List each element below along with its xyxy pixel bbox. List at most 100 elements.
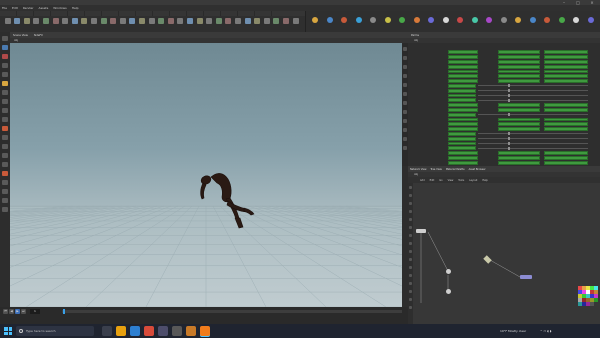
parameter-field[interactable] (544, 50, 588, 55)
shelf-tool-icon[interactable] (32, 18, 41, 30)
parameter-field[interactable] (448, 112, 476, 117)
shelf-tool-icon[interactable] (89, 18, 98, 30)
parameter-slider[interactable] (478, 89, 588, 93)
net-menu-layout[interactable]: Layout (469, 179, 477, 182)
render-tool-icon[interactable] (410, 17, 424, 31)
parameter-tool-icon[interactable] (403, 146, 407, 150)
network-tool-icon[interactable] (408, 290, 413, 294)
frame-field[interactable]: 1 (30, 309, 40, 314)
shelf-tool-icon[interactable] (128, 18, 137, 30)
parameter-tool-icon[interactable] (403, 74, 407, 78)
shelf-tool-icon[interactable] (243, 18, 252, 30)
viewport-tool-icon[interactable] (2, 180, 8, 185)
network-tool-icon[interactable] (408, 202, 413, 206)
parameter-tool-icon[interactable] (403, 56, 407, 60)
parameter-field[interactable] (448, 83, 476, 88)
render-tool-icon[interactable] (308, 17, 322, 31)
parameter-field[interactable] (448, 117, 478, 122)
shelf-tool-icon[interactable] (214, 18, 223, 30)
parameter-field[interactable] (448, 98, 476, 103)
tab-scene-view[interactable]: Scene View (10, 34, 31, 37)
parameter-slider[interactable] (478, 113, 588, 117)
viewport-tool-icon[interactable] (2, 135, 8, 140)
shelf-tool-icon[interactable] (70, 18, 79, 30)
menu-file[interactable]: File (2, 6, 7, 10)
parameter-tool-icon[interactable] (403, 119, 407, 123)
parameter-field[interactable] (544, 59, 588, 64)
tab-tree-view[interactable]: Tree View (428, 168, 443, 171)
parameter-field[interactable] (448, 59, 478, 64)
color-palette[interactable] (578, 286, 598, 306)
viewport-tool-icon[interactable] (2, 189, 8, 194)
parameter-field[interactable] (498, 155, 540, 160)
parameter-tool-icon[interactable] (403, 137, 407, 141)
viewport-tool-icon[interactable] (2, 162, 8, 167)
chrome-icon[interactable] (144, 326, 154, 336)
shelf-tool-icon[interactable] (137, 18, 146, 30)
parameter-field[interactable] (498, 160, 540, 165)
menu-render[interactable]: Render (23, 6, 34, 10)
parameter-field[interactable] (448, 79, 478, 83)
network-tool-icon[interactable] (408, 266, 413, 270)
parameter-field[interactable] (448, 151, 478, 155)
parameter-field[interactable] (544, 74, 588, 79)
viewport-tool-icon[interactable] (2, 63, 8, 68)
network-tool-icon[interactable] (408, 218, 413, 222)
app-icon[interactable] (186, 326, 196, 336)
viewport-tool-icon[interactable] (2, 198, 8, 203)
parameter-field[interactable] (544, 127, 588, 131)
shelf-tool-icon[interactable] (195, 18, 204, 30)
parameter-field[interactable] (448, 136, 476, 141)
render-tool-icon[interactable] (526, 17, 540, 31)
render-tool-icon[interactable] (511, 17, 525, 31)
render-tool-icon[interactable] (569, 17, 583, 31)
shelf-tool-icon[interactable] (13, 18, 22, 30)
network-tool-icon[interactable] (408, 258, 413, 262)
tab-asset-browser[interactable]: Asset Browser (467, 168, 488, 171)
shelf-tool-icon[interactable] (80, 18, 89, 30)
parameter-slider[interactable] (478, 137, 588, 141)
viewport-tool-icon[interactable] (2, 153, 8, 158)
app-icon[interactable] (158, 326, 168, 336)
network-tool-icon[interactable] (408, 226, 413, 230)
shelf-tool-icon[interactable] (166, 18, 175, 30)
render-tool-icon[interactable] (366, 17, 380, 31)
network-tool-icon[interactable] (408, 250, 413, 254)
network-tool-icon[interactable] (408, 282, 413, 286)
shelf-tool-icon[interactable] (99, 18, 108, 30)
viewport-tool-icon[interactable] (2, 36, 8, 41)
parameter-field[interactable] (448, 93, 476, 98)
parameter-field[interactable] (544, 69, 588, 74)
viewport-tool-icon[interactable] (2, 117, 8, 122)
parameter-field[interactable] (448, 107, 478, 112)
parameter-slider[interactable] (478, 132, 588, 136)
tab-sidefx[interactable]: SideFX (31, 34, 46, 37)
parameter-field[interactable] (448, 141, 476, 146)
render-tool-icon[interactable] (381, 17, 395, 31)
play-icon[interactable]: ▶ (15, 309, 20, 314)
parameter-field[interactable] (448, 88, 476, 93)
parameter-field[interactable] (498, 59, 540, 64)
parameter-field[interactable] (448, 155, 478, 160)
parameter-field[interactable] (544, 151, 588, 155)
shelf-tool-icon[interactable] (157, 18, 166, 30)
network-node[interactable] (446, 289, 451, 294)
shelf-tool-icon[interactable] (118, 18, 127, 30)
parameter-field[interactable] (498, 117, 540, 122)
menu-edit[interactable]: Edit (12, 6, 18, 10)
shelf-tool-icon[interactable] (262, 18, 271, 30)
net-menu-tools[interactable]: Tools (458, 179, 464, 182)
parameter-field[interactable] (544, 155, 588, 160)
system-tray[interactable]: ^ ▭ ◖ ◗ (540, 326, 551, 336)
parameter-field[interactable] (448, 64, 478, 69)
parameter-field[interactable] (448, 69, 478, 74)
parameter-field[interactable] (544, 160, 588, 165)
viewport-tool-icon[interactable] (2, 171, 8, 176)
parameter-field[interactable] (498, 127, 540, 131)
network-tool-icon[interactable] (408, 186, 413, 190)
parameter-field[interactable] (448, 146, 476, 151)
render-tool-icon[interactable] (584, 17, 598, 31)
shelf-tool-icon[interactable] (22, 18, 31, 30)
viewport-tool-icon[interactable] (2, 54, 8, 59)
parameter-field[interactable] (498, 103, 540, 107)
